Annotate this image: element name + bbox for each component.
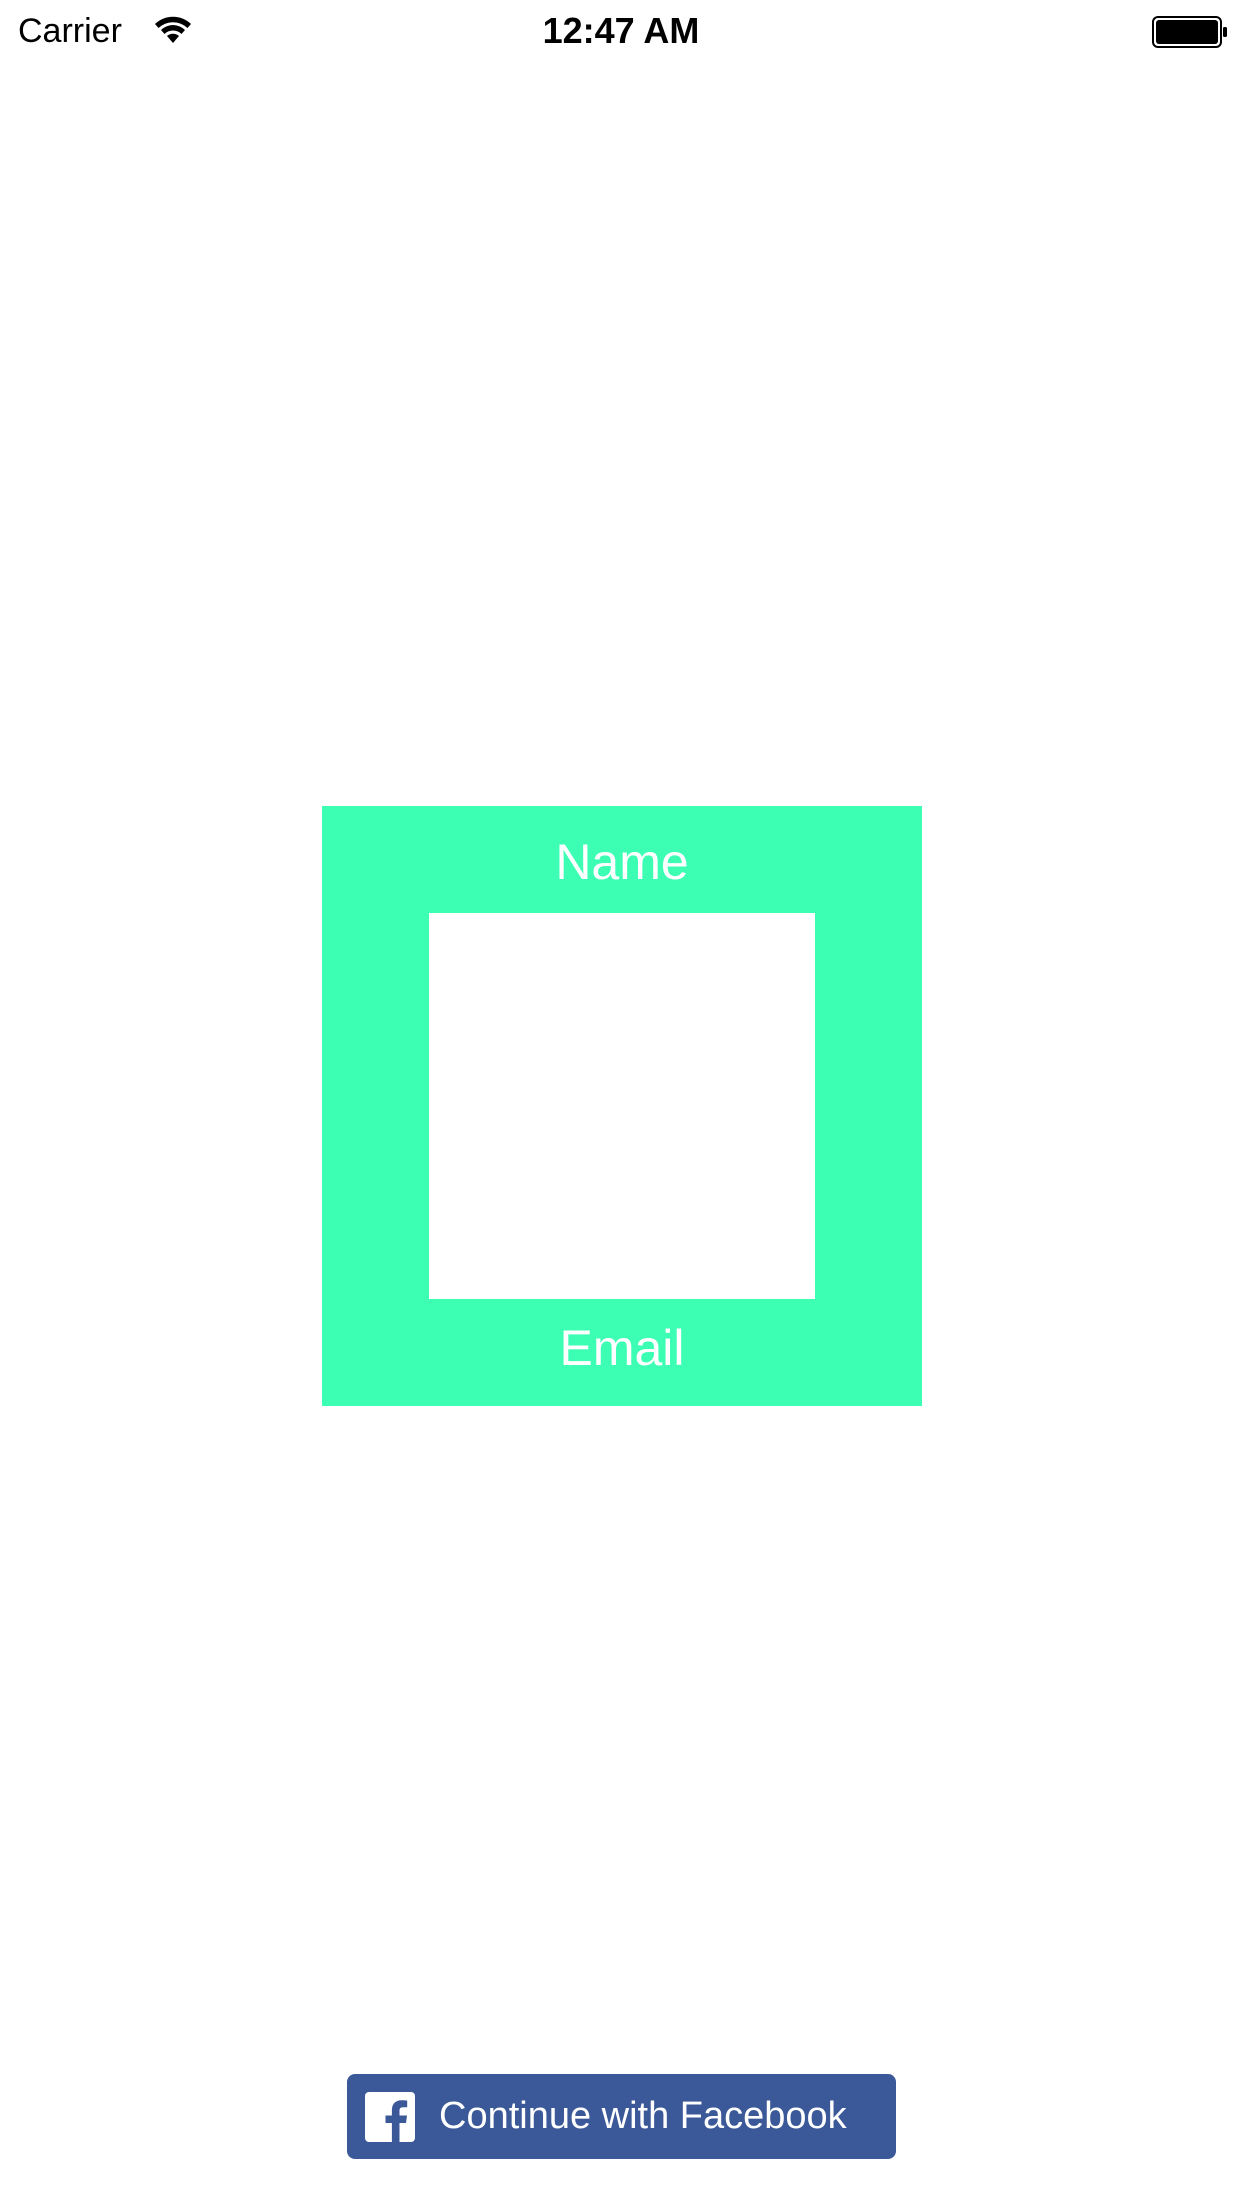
profile-photo xyxy=(429,913,815,1299)
battery-icon xyxy=(1152,16,1227,48)
profile-card: Name Email xyxy=(322,806,922,1406)
facebook-logo-icon xyxy=(365,2092,415,2142)
facebook-button-label: Continue with Facebook xyxy=(439,2095,847,2137)
profile-email-label: Email xyxy=(559,1320,685,1376)
status-bar: Carrier 12:47 AM xyxy=(0,0,1242,62)
status-time: 12:47 AM xyxy=(542,10,700,51)
continue-with-facebook-button[interactable]: Continue with Facebook xyxy=(347,2074,896,2159)
profile-name-label: Name xyxy=(555,834,689,890)
